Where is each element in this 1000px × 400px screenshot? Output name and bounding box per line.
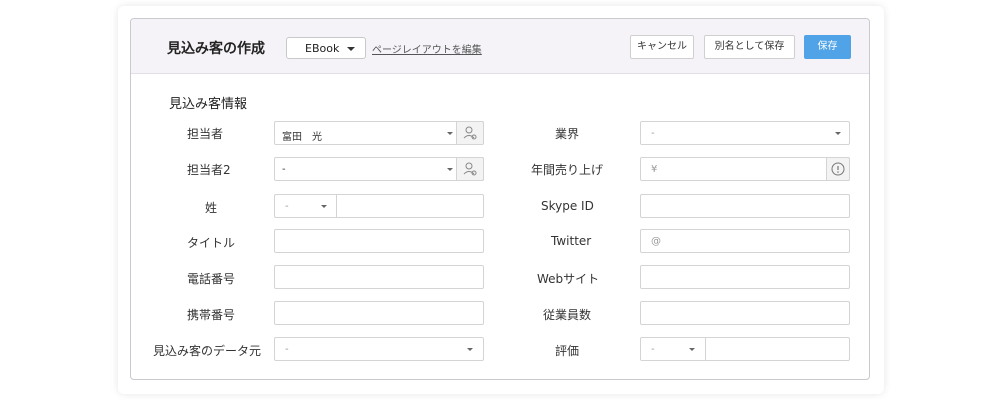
owner2-label: 担当者2 (187, 163, 231, 177)
owner-label: 担当者 (187, 127, 224, 141)
lead-source-field[interactable]: - (274, 337, 484, 361)
employees-label: 従業員数 (543, 308, 592, 322)
chevron-down-icon (447, 168, 453, 171)
lead-source-label: 見込み客のデータ元 (153, 344, 262, 358)
user-lookup-button[interactable] (456, 121, 484, 145)
chevron-down-icon (321, 205, 327, 208)
field-divider (705, 338, 706, 360)
salutation-value: - (285, 201, 289, 212)
mobile-label: 携帯番号 (187, 308, 236, 322)
owner-field[interactable]: 富田 光 (274, 121, 484, 145)
currency-prefix: ¥ (651, 164, 658, 175)
chevron-down-icon (689, 348, 695, 351)
field-divider (336, 195, 337, 217)
twitter-field[interactable]: @ (640, 229, 850, 253)
chevron-down-icon (447, 132, 453, 135)
edit-page-layout-link[interactable]: ページレイアウトを編集 (372, 41, 482, 56)
owner2-value: - (282, 164, 286, 175)
lead-source-value: - (285, 344, 289, 355)
mobile-field[interactable] (274, 301, 484, 325)
layout-select[interactable]: EBook (286, 37, 366, 59)
skype-label: Skype ID (541, 199, 594, 213)
industry-field[interactable]: - (640, 121, 850, 145)
info-button[interactable] (826, 157, 850, 181)
owner-value: 富田 光 (282, 132, 322, 143)
employees-field[interactable] (640, 301, 850, 325)
rating-label: 評価 (555, 344, 580, 358)
page-title: 見込み客の作成 (167, 41, 265, 57)
last-name-field[interactable]: - (274, 194, 484, 218)
owner2-field[interactable]: - (274, 157, 484, 181)
phone-label: 電話番号 (187, 272, 236, 286)
chevron-down-icon (835, 132, 841, 135)
industry-value: - (651, 128, 655, 139)
cancel-button[interactable]: キャンセル (630, 35, 694, 59)
chevron-down-icon (467, 348, 473, 351)
twitter-label: Twitter (551, 234, 592, 248)
rating-value: - (651, 344, 655, 355)
skype-field[interactable] (640, 194, 850, 218)
twitter-prefix: @ (651, 236, 661, 247)
chevron-down-icon (347, 47, 355, 51)
info-icon (831, 162, 845, 176)
save-as-button[interactable]: 別名として保存 (704, 35, 795, 59)
section-title: 見込み客情報 (169, 97, 248, 112)
save-button[interactable]: 保存 (804, 35, 851, 59)
rating-field[interactable]: - (640, 337, 850, 361)
user-lookup-icon (463, 162, 477, 176)
form-header: 見込み客の作成 EBook ページレイアウトを編集 キャンセル 別名として保存 … (131, 19, 869, 74)
website-field[interactable] (640, 265, 850, 289)
user-lookup-icon (463, 126, 477, 140)
phone-field[interactable] (274, 265, 484, 289)
layout-select-value: EBook (305, 42, 340, 55)
title-label: タイトル (187, 236, 236, 250)
user-lookup-button[interactable] (456, 157, 484, 181)
last-name-label: 姓 (205, 201, 218, 215)
annual-revenue-field[interactable]: ¥ (640, 157, 850, 181)
website-label: Webサイト (537, 272, 600, 286)
create-lead-form: 見込み客の作成 EBook ページレイアウトを編集 キャンセル 別名として保存 … (130, 18, 870, 380)
industry-label: 業界 (555, 127, 580, 141)
title-field[interactable] (274, 229, 484, 253)
annual-revenue-label: 年間売り上げ (531, 163, 604, 177)
